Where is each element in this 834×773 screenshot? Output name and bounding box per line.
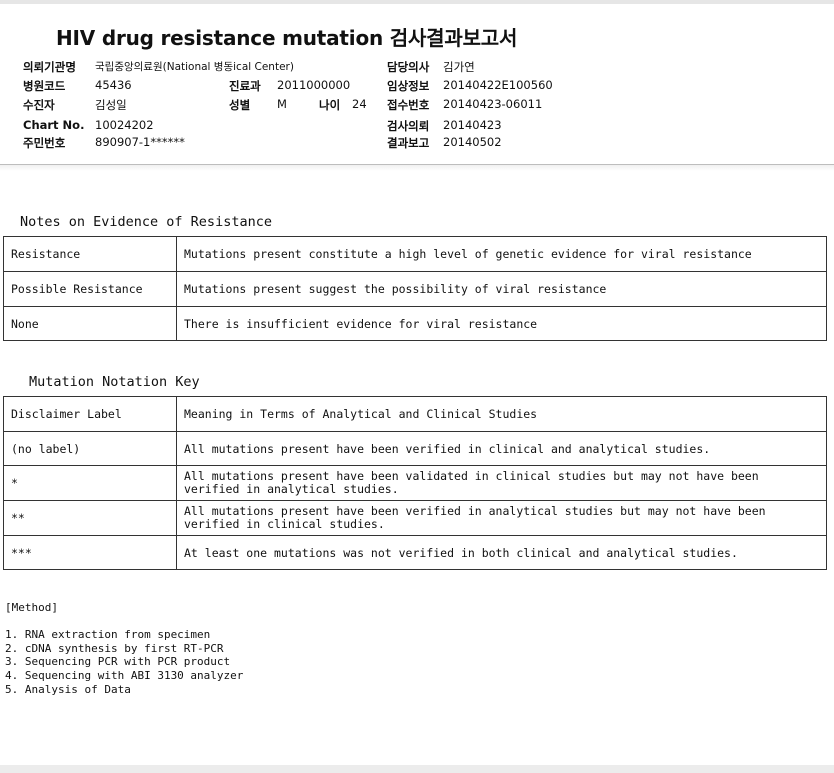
- doctor-label: 담당의사: [387, 60, 430, 74]
- list-item: 4. Sequencing with ABI 3130 analyzer: [5, 669, 244, 683]
- disclaimer-meaning: At least one mutations was not verified …: [176, 535, 827, 570]
- table-row: *** At least one mutations was not verif…: [3, 535, 827, 570]
- table-row: Possible Resistance Mutations present su…: [3, 271, 827, 307]
- patient-label: 수진자: [23, 98, 55, 112]
- evidence-term: None: [3, 306, 177, 341]
- sex-label: 성별: [229, 98, 251, 112]
- test-request-label: 검사의뢰: [387, 119, 430, 133]
- patient-value: 김성일: [95, 98, 127, 112]
- disclaimer-meaning: All mutations present have been verified…: [176, 500, 827, 536]
- test-request-value: 20140423: [443, 118, 502, 132]
- disclaimer-meaning: All mutations present have been validate…: [176, 465, 827, 501]
- table-row: ** All mutations present have been verif…: [3, 500, 827, 536]
- resident-no-label: 주민번호: [23, 136, 66, 150]
- hospital-code-value: 45436: [95, 78, 132, 92]
- disclaimer-meaning: All mutations present have been verified…: [176, 431, 827, 466]
- evidence-section-title: Notes on Evidence of Resistance: [20, 214, 272, 230]
- report-header: HIV drug resistance mutation 검사결과보고서 의뢰기…: [0, 4, 834, 165]
- notation-section-title: Mutation Notation Key: [29, 374, 200, 390]
- method-title: [Method]: [5, 601, 58, 614]
- list-item: 2. cDNA synthesis by first RT-PCR: [5, 641, 224, 655]
- receipt-no-value: 20140423-06011: [443, 97, 543, 111]
- list-item: 5. Analysis of Data: [5, 682, 131, 696]
- table-row: (no label) All mutations present have be…: [3, 431, 827, 466]
- notation-table: Disclaimer Label Meaning in Terms of Ana…: [3, 396, 827, 570]
- report-title: HIV drug resistance mutation 검사결과보고서: [56, 26, 518, 50]
- age-value: 24: [352, 97, 367, 111]
- list-item: 3. Sequencing PCR with PCR product: [5, 655, 231, 669]
- hospital-code-label: 병원코드: [23, 79, 66, 93]
- institution-label: 의뢰기관명: [23, 60, 76, 74]
- table-row: Resistance Mutations present constitute …: [3, 236, 827, 272]
- department-label: 진료과: [229, 79, 261, 93]
- method-steps: 1. RNA extraction from specimen 2. cDNA …: [5, 628, 243, 697]
- evidence-description: Mutations present suggest the possibilit…: [176, 271, 827, 307]
- doctor-value: 김가연: [443, 60, 475, 74]
- table-row: * All mutations present have been valida…: [3, 465, 827, 501]
- department-value: 2011000000: [277, 78, 351, 92]
- list-item: 1. RNA extraction from specimen: [5, 628, 211, 641]
- header-divider: [0, 165, 834, 171]
- evidence-term: Resistance: [3, 236, 177, 272]
- chart-no-value: 10024202: [95, 118, 154, 132]
- disclaimer-label: **: [3, 500, 177, 536]
- clinical-info-label: 임상정보: [387, 79, 430, 93]
- sex-value: M: [277, 97, 287, 111]
- receipt-no-label: 접수번호: [387, 98, 430, 112]
- result-report-value: 20140502: [443, 135, 502, 149]
- bottom-border: [0, 765, 834, 773]
- evidence-description: Mutations present constitute a high leve…: [176, 236, 827, 272]
- table-header-row: Disclaimer Label Meaning in Terms of Ana…: [3, 396, 827, 432]
- evidence-table: Resistance Mutations present constitute …: [3, 236, 827, 341]
- age-label: 나이: [319, 98, 341, 112]
- clinical-info-value: 20140422E100560: [443, 78, 553, 92]
- column-header-meaning: Meaning in Terms of Analytical and Clini…: [176, 396, 827, 432]
- chart-no-label: Chart No.: [23, 118, 85, 132]
- evidence-term: Possible Resistance: [3, 271, 177, 307]
- column-header-label: Disclaimer Label: [3, 396, 177, 432]
- table-row: None There is insufficient evidence for …: [3, 306, 827, 341]
- resident-no-value: 890907-1******: [95, 135, 185, 149]
- disclaimer-label: ***: [3, 535, 177, 570]
- disclaimer-label: (no label): [3, 431, 177, 466]
- result-report-label: 결과보고: [387, 136, 430, 150]
- evidence-description: There is insufficient evidence for viral…: [176, 306, 827, 341]
- disclaimer-label: *: [3, 465, 177, 501]
- institution-value: 국립중앙의료원(National 병동ical Center): [95, 61, 294, 73]
